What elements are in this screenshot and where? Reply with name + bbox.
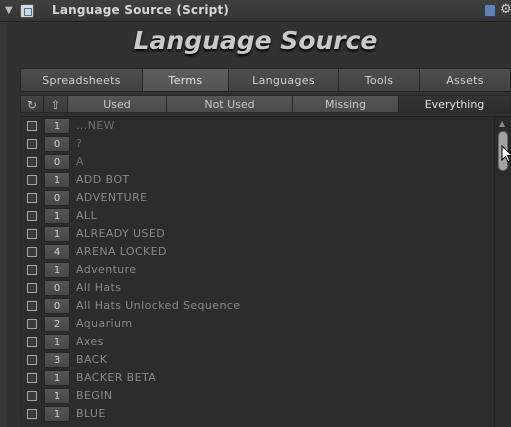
list-item[interactable]: 1 ...NEW [22, 117, 492, 135]
term-checkbox[interactable] [22, 297, 42, 314]
list-item[interactable]: 1 Adventure [22, 261, 492, 279]
term-checkbox[interactable] [22, 405, 42, 422]
terms-scrollbar[interactable]: ▲ [494, 117, 511, 427]
usage-count: 1 [44, 262, 70, 278]
filter-missing-button[interactable]: Missing [293, 95, 399, 113]
term-checkbox[interactable] [22, 279, 42, 296]
tab-spreadsheets[interactable]: Spreadsheets [20, 68, 143, 92]
filter-not-used-button[interactable]: Not Used [167, 95, 293, 113]
foldout-arrow-icon[interactable]: ▼ [5, 5, 13, 16]
list-item[interactable]: 0 All Hats Unlocked Sequence [22, 297, 492, 315]
list-item[interactable]: 0A [22, 153, 492, 171]
tab-terms[interactable]: Terms [143, 68, 229, 92]
usage-count: 0 [44, 280, 70, 296]
list-item[interactable]: 1 Axes [22, 333, 492, 351]
term-key[interactable]: BLUE [76, 406, 106, 422]
usage-count: 1 [44, 388, 70, 404]
term-checkbox[interactable] [22, 315, 42, 332]
usage-count: 1 [44, 334, 70, 350]
term-key[interactable]: BACKER BETA [76, 370, 156, 386]
usage-count: 1 [44, 226, 70, 242]
tab-languages[interactable]: Languages [229, 68, 339, 92]
term-key[interactable]: A [76, 154, 84, 170]
term-checkbox[interactable] [22, 153, 42, 170]
tab-assets[interactable]: Assets [420, 68, 511, 92]
scroll-up-icon[interactable]: ▲ [499, 119, 505, 128]
term-key[interactable]: ARENA LOCKED [76, 244, 167, 260]
usage-count: 0 [44, 154, 70, 170]
list-item[interactable]: 1 ALREADY USED [22, 225, 492, 243]
list-item[interactable]: 0 ADVENTURE [22, 189, 492, 207]
page-title: Language Source [133, 26, 378, 55]
term-key[interactable]: BEGIN [76, 388, 113, 404]
filter-everything-button[interactable]: Everything [399, 95, 511, 113]
term-checkbox[interactable] [22, 171, 42, 188]
usage-count: 1 [44, 406, 70, 422]
usage-count: 0 [44, 298, 70, 314]
list-item[interactable]: 0 All Hats [22, 279, 492, 297]
usage-count: 0 [44, 136, 70, 152]
usage-count: 1 [44, 172, 70, 188]
usage-count: 1 [44, 208, 70, 224]
list-item[interactable]: 2 Aquarium [22, 315, 492, 333]
term-key[interactable]: All Hats [76, 280, 121, 296]
term-checkbox[interactable] [22, 333, 42, 350]
help-book-icon[interactable] [484, 4, 496, 17]
term-key[interactable]: ? [76, 136, 82, 152]
sort-arrow-icon[interactable]: ⇧ [44, 95, 68, 113]
term-checkbox[interactable] [22, 261, 42, 278]
inspector-header: ▼ Language Source (Script) ⚙ [0, 0, 511, 22]
terms-rows: 1 ...NEW 0? 0A 1 ADD BOT 0 ADVENTURE 1 ALL 1… [22, 117, 492, 423]
usage-count: 1 [44, 370, 70, 386]
usage-count: 2 [44, 316, 70, 332]
term-key[interactable]: ...NEW [76, 118, 115, 134]
term-key[interactable]: All Hats Unlocked Sequence [76, 298, 240, 314]
term-key[interactable]: ALL [76, 208, 97, 224]
term-key[interactable]: Aquarium [76, 316, 133, 332]
term-checkbox[interactable] [22, 243, 42, 260]
usage-count: 4 [44, 244, 70, 260]
list-item[interactable]: 0? [22, 135, 492, 153]
term-checkbox[interactable] [22, 351, 42, 368]
term-key[interactable]: ALREADY USED [76, 226, 165, 242]
term-checkbox[interactable] [22, 189, 42, 206]
list-item[interactable]: 1 ALL [22, 207, 492, 225]
term-key[interactable]: ADVENTURE [76, 190, 147, 206]
term-key[interactable]: ADD BOT [76, 172, 130, 188]
main-tabs: Spreadsheets Terms Languages Tools Asset… [20, 68, 511, 92]
usage-count: 3 [44, 352, 70, 368]
list-item[interactable]: 1 ADD BOT [22, 171, 492, 189]
term-checkbox[interactable] [22, 387, 42, 404]
filter-used-button[interactable]: Used [68, 95, 167, 113]
component-title: Language Source (Script) [52, 3, 230, 17]
list-item[interactable]: 1 BACKER BETA [22, 369, 492, 387]
tab-tools[interactable]: Tools [339, 68, 420, 92]
term-checkbox[interactable] [22, 369, 42, 386]
term-key[interactable]: Adventure [76, 262, 137, 278]
usage-count: 1 [44, 118, 70, 134]
term-checkbox[interactable] [22, 135, 42, 152]
term-checkbox[interactable] [22, 117, 42, 134]
script-icon [20, 4, 34, 18]
term-checkbox[interactable] [22, 225, 42, 242]
term-checkbox[interactable] [22, 207, 42, 224]
list-item[interactable]: 1 BLUE [22, 405, 492, 423]
term-key[interactable]: Axes [76, 334, 104, 350]
term-key[interactable]: BACK [76, 352, 107, 368]
gear-icon[interactable]: ⚙ [500, 2, 511, 18]
usage-count: 0 [44, 190, 70, 206]
refresh-icon[interactable]: ↻ [20, 95, 44, 113]
list-item[interactable]: 1 BEGIN [22, 387, 492, 405]
list-item[interactable]: 4 ARENA LOCKED [22, 243, 492, 261]
mouse-cursor-icon [501, 145, 511, 163]
list-item[interactable]: 3 BACK [22, 351, 492, 369]
term-filter-bar: ↻ ⇧ Used Not Used Missing Everything [20, 95, 511, 113]
